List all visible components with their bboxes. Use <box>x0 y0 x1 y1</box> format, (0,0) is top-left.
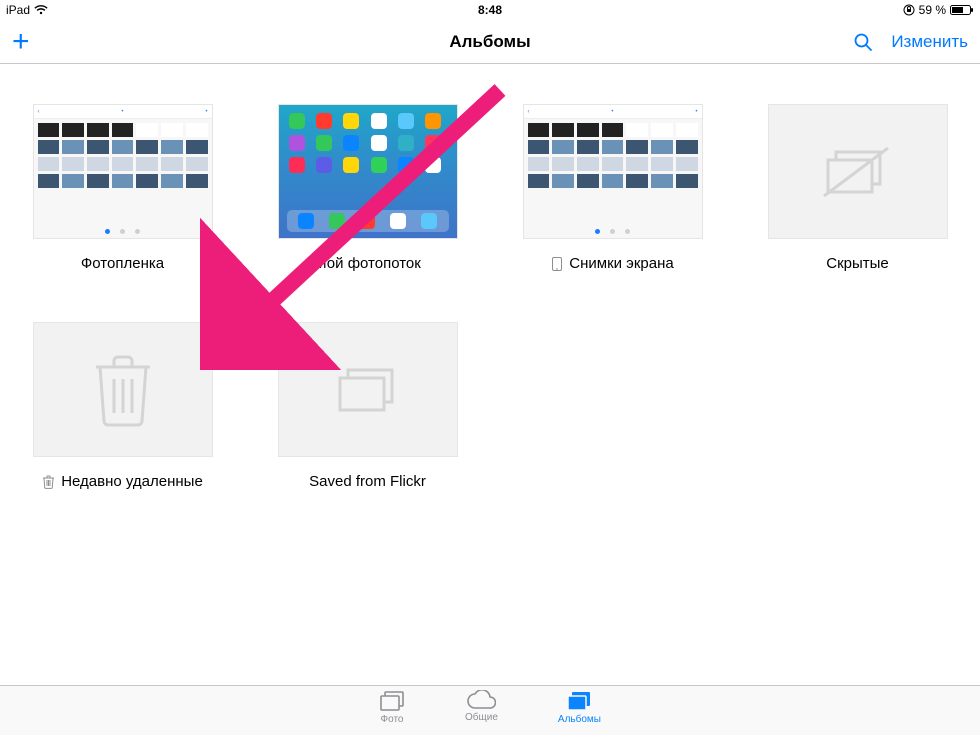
album-label: Мой фотопоток <box>314 255 421 272</box>
nav-bar: + Альбомы Изменить <box>0 20 980 64</box>
album-label-text: Снимки экрана <box>569 255 673 272</box>
tab-label: Фото <box>381 714 404 725</box>
edit-button[interactable]: Изменить <box>891 32 968 52</box>
tab-bar: Фото Общие Альбомы <box>0 685 980 735</box>
status-right: 59 % <box>903 3 974 17</box>
status-time: 8:48 <box>478 3 502 17</box>
album-thumb <box>278 104 458 239</box>
nav-left: + <box>12 20 30 64</box>
add-button[interactable]: + <box>12 27 30 57</box>
album-label-text: Недавно удаленные <box>61 473 203 490</box>
album-thumb: ‹•• <box>33 104 213 239</box>
rotation-lock-icon <box>903 4 915 16</box>
battery-icon <box>950 4 974 16</box>
album-screenshots[interactable]: ‹•• Снимки экрана <box>520 104 705 272</box>
tab-photos[interactable]: Фото <box>379 690 405 735</box>
album-recently-deleted[interactable]: Недавно удаленные <box>30 322 215 490</box>
album-label: Недавно удаленные <box>42 473 203 490</box>
albums-grid: ‹•• Фотопленка <box>0 64 980 490</box>
album-label: Saved from Flickr <box>309 473 426 490</box>
album-photostream[interactable]: Мой фотопоток <box>275 104 460 272</box>
hidden-icon <box>818 142 898 202</box>
cloud-tab-icon <box>466 690 496 710</box>
photos-tab-icon <box>379 690 405 712</box>
search-button[interactable] <box>853 32 873 52</box>
albums-tab-icon <box>566 690 592 712</box>
tab-label: Общие <box>465 712 498 723</box>
album-label: Фотопленка <box>81 255 164 272</box>
status-left: iPad <box>6 3 48 17</box>
tab-shared[interactable]: Общие <box>465 690 498 735</box>
tab-albums[interactable]: Альбомы <box>558 690 601 735</box>
album-thumb <box>33 322 213 457</box>
wifi-icon <box>34 5 48 15</box>
tab-label: Альбомы <box>558 714 601 725</box>
battery-percent: 59 % <box>919 3 946 17</box>
screenshot-icon <box>551 257 563 271</box>
status-bar: iPad 8:48 59 % <box>0 0 980 20</box>
album-hidden[interactable]: Скрытые <box>765 104 950 272</box>
album-label: Снимки экрана <box>551 255 673 272</box>
album-thumb <box>278 322 458 457</box>
stack-icon <box>328 360 408 420</box>
page-title: Альбомы <box>449 32 530 52</box>
trash-large-icon <box>92 353 154 427</box>
nav-right: Изменить <box>853 20 968 64</box>
album-thumb: ‹•• <box>523 104 703 239</box>
album-camera-roll[interactable]: ‹•• Фотопленка <box>30 104 215 272</box>
album-thumb <box>768 104 948 239</box>
album-label: Скрытые <box>826 255 889 272</box>
device-label: iPad <box>6 3 30 17</box>
trash-icon <box>42 474 55 489</box>
album-saved-flickr[interactable]: Saved from Flickr <box>275 322 460 490</box>
